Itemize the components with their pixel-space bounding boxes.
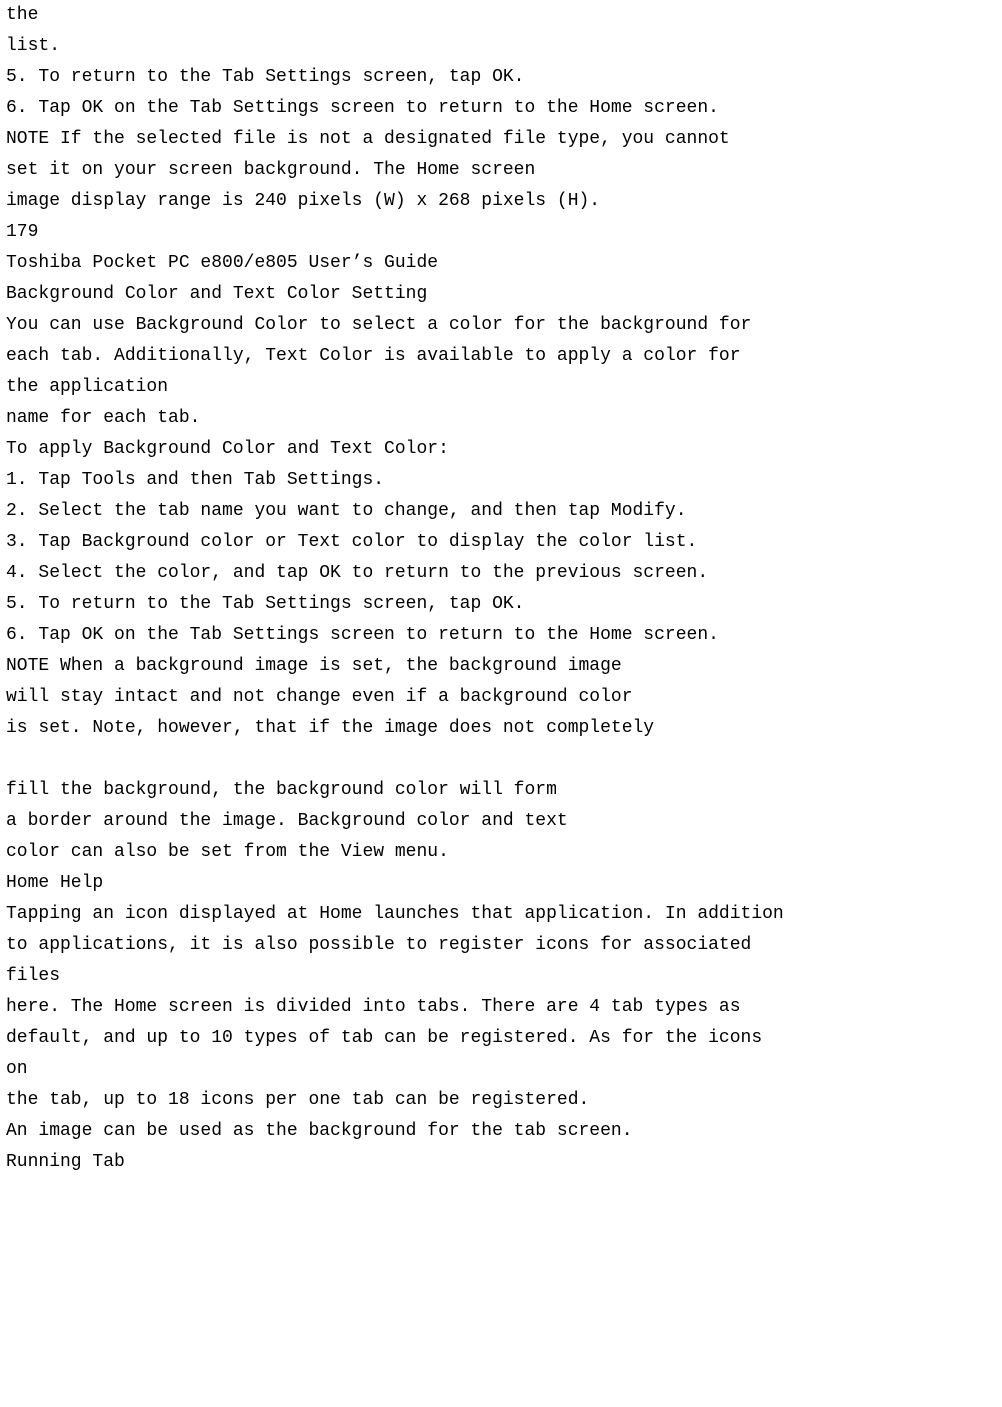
document-page: the list. 5. To return to the Tab Settin… bbox=[0, 0, 1002, 1178]
list-item: 4. Select the color, and tap OK to retur… bbox=[6, 558, 996, 589]
text-line: You can use Background Color to select a… bbox=[6, 310, 996, 341]
section-heading: Background Color and Text Color Setting bbox=[6, 279, 996, 310]
text-line: default, and up to 10 types of tab can b… bbox=[6, 1023, 996, 1054]
text-line: fill the background, the background colo… bbox=[6, 775, 996, 806]
document-title: Toshiba Pocket PC e800/e805 User’s Guide bbox=[6, 248, 996, 279]
blank-line bbox=[6, 744, 996, 775]
text-line: on bbox=[6, 1054, 996, 1085]
text-line: here. The Home screen is divided into ta… bbox=[6, 992, 996, 1023]
text-line: is set. Note, however, that if the image… bbox=[6, 713, 996, 744]
text-line: An image can be used as the background f… bbox=[6, 1116, 996, 1147]
text-line: NOTE If the selected file is not a desig… bbox=[6, 124, 996, 155]
text-line: name for each tab. bbox=[6, 403, 996, 434]
list-item: 1. Tap Tools and then Tab Settings. bbox=[6, 465, 996, 496]
list-item: 5. To return to the Tab Settings screen,… bbox=[6, 589, 996, 620]
text-line: NOTE When a background image is set, the… bbox=[6, 651, 996, 682]
list-item: 2. Select the tab name you want to chang… bbox=[6, 496, 996, 527]
section-heading: Home Help bbox=[6, 868, 996, 899]
text-line: files bbox=[6, 961, 996, 992]
text-line: color can also be set from the View menu… bbox=[6, 837, 996, 868]
page-number: 179 bbox=[6, 217, 996, 248]
text-line: will stay intact and not change even if … bbox=[6, 682, 996, 713]
section-heading: Running Tab bbox=[6, 1147, 996, 1178]
text-line: the application bbox=[6, 372, 996, 403]
text-line: the bbox=[6, 0, 996, 31]
text-line: image display range is 240 pixels (W) x … bbox=[6, 186, 996, 217]
list-item: 3. Tap Background color or Text color to… bbox=[6, 527, 996, 558]
text-line: To apply Background Color and Text Color… bbox=[6, 434, 996, 465]
text-line: 5. To return to the Tab Settings screen,… bbox=[6, 62, 996, 93]
text-line: 6. Tap OK on the Tab Settings screen to … bbox=[6, 93, 996, 124]
text-line: each tab. Additionally, Text Color is av… bbox=[6, 341, 996, 372]
text-line: the tab, up to 18 icons per one tab can … bbox=[6, 1085, 996, 1116]
text-line: to applications, it is also possible to … bbox=[6, 930, 996, 961]
text-line: list. bbox=[6, 31, 996, 62]
list-item: 6. Tap OK on the Tab Settings screen to … bbox=[6, 620, 996, 651]
text-line: Tapping an icon displayed at Home launch… bbox=[6, 899, 996, 930]
text-line: set it on your screen background. The Ho… bbox=[6, 155, 996, 186]
text-line: a border around the image. Background co… bbox=[6, 806, 996, 837]
